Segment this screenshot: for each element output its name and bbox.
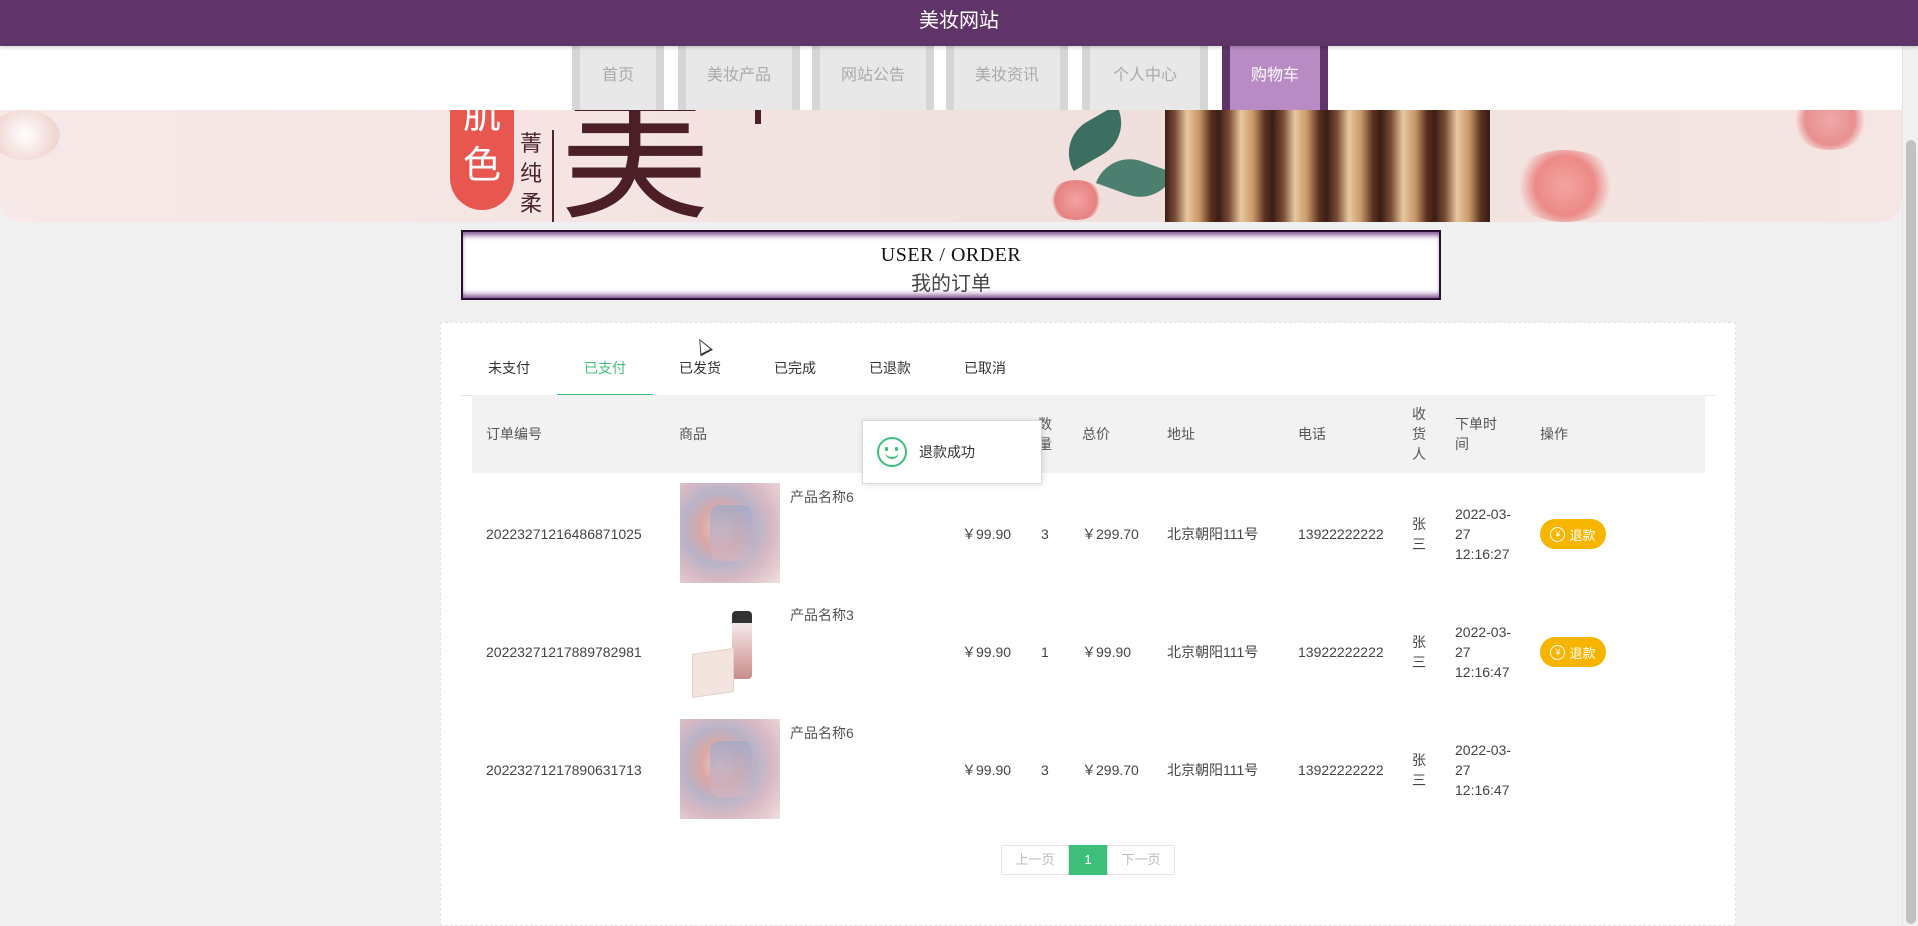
nav-item-profile[interactable]: 个人中心 <box>1082 46 1208 110</box>
tab-refunded[interactable]: 已退款 <box>842 343 938 396</box>
yen-icon: ¥ <box>1550 644 1566 660</box>
banner-vertical-text: 菁纯柔 <box>520 132 543 217</box>
col-order-no: 订单编号 <box>486 426 542 442</box>
phone: 13922222222 <box>1298 526 1384 542</box>
next-page-button[interactable]: 下一页 <box>1107 845 1175 875</box>
flower-decoration <box>1510 150 1620 222</box>
receiver: 张三 <box>1412 634 1426 670</box>
hero-banner: 肌色 菁纯柔 美 <box>0 110 1902 222</box>
order-time: 2022-03-27 12:16:27 <box>1455 506 1512 562</box>
nav-item-home[interactable]: 首页 <box>572 46 664 110</box>
product-name[interactable]: 产品名称6 <box>790 487 854 507</box>
scrollbar-thumb[interactable] <box>1906 140 1916 924</box>
toast-message: 退款成功 <box>919 444 975 460</box>
col-product: 商品 <box>679 426 707 442</box>
address: 北京朝阳111号 <box>1167 762 1259 778</box>
tab-cancelled[interactable]: 已取消 <box>937 343 1033 396</box>
banner-big-char: 美 <box>560 110 711 222</box>
col-action: 操作 <box>1540 426 1568 442</box>
quantity: 1 <box>1041 644 1049 660</box>
order-no: 20223271216486871025 <box>486 526 642 542</box>
flower-decoration <box>0 110 60 160</box>
refund-button-label: 退款 <box>1569 527 1596 543</box>
quantity: 3 <box>1041 762 1049 778</box>
unit-price: ￥99.90 <box>962 644 1012 660</box>
page-scrollbar[interactable] <box>1902 0 1918 926</box>
table-header: 订单编号 商品 数量 总价 地址 电话 收货人 下单时间 操作 <box>472 395 1705 473</box>
product-name[interactable]: 产品名称6 <box>790 723 854 743</box>
tab-unpaid[interactable]: 未支付 <box>461 343 557 396</box>
flower-decoration <box>1048 180 1104 220</box>
product-image[interactable] <box>680 483 780 583</box>
col-receiver: 收货人 <box>1412 406 1426 462</box>
col-order-time: 下单时间 <box>1455 416 1497 452</box>
order-no: 20223271217889782981 <box>486 644 642 660</box>
product-image[interactable] <box>680 719 780 819</box>
product-image[interactable] <box>680 601 780 701</box>
order-time: 2022-03-27 12:16:47 <box>1455 624 1512 680</box>
nav-item-notices[interactable]: 网站公告 <box>812 46 934 110</box>
total-price: ￥299.70 <box>1082 526 1139 542</box>
col-address: 地址 <box>1167 426 1195 442</box>
address: 北京朝阳111号 <box>1167 644 1259 660</box>
table-row: 20223271217889782981 产品名称3 ￥99.90 1 ￥99.… <box>472 593 1705 711</box>
nav-item-products[interactable]: 美妆产品 <box>678 46 800 110</box>
receiver: 张三 <box>1412 752 1426 788</box>
unit-price: ￥99.90 <box>962 526 1012 542</box>
leaf-decoration <box>1095 149 1175 207</box>
order-time: 2022-03-27 12:16:47 <box>1455 742 1512 798</box>
pagination: 上一页 1 下一页 <box>1001 845 1175 875</box>
yen-icon: ¥ <box>1550 526 1566 542</box>
tab-paid[interactable]: 已支付 <box>557 343 653 396</box>
banner-badge: 肌色 <box>450 110 514 210</box>
col-total: 总价 <box>1082 426 1110 442</box>
col-phone: 电话 <box>1298 426 1326 442</box>
phone: 13922222222 <box>1298 644 1384 660</box>
unit-price: ￥99.90 <box>962 762 1012 778</box>
banner-stripe <box>755 110 761 124</box>
smile-icon <box>877 437 907 467</box>
total-price: ￥299.70 <box>1082 762 1139 778</box>
tab-completed[interactable]: 已完成 <box>747 343 843 396</box>
refund-button[interactable]: ¥ 退款 <box>1540 637 1606 667</box>
phone: 13922222222 <box>1298 762 1384 778</box>
orders-card: 未支付 已支付 已发货 已完成 已退款 已取消 订单编号 商品 数量 总价 地址… <box>440 322 1736 926</box>
order-status-tabs: 未支付 已支付 已发货 已完成 已退款 已取消 <box>461 343 1716 396</box>
receiver: 张三 <box>1412 516 1426 552</box>
site-title: 美妆网站 <box>919 10 999 32</box>
refund-success-toast: 退款成功 <box>862 420 1042 484</box>
site-title-bar: 美妆网站 <box>0 0 1918 46</box>
lipstick-image <box>1165 110 1490 222</box>
flower-decoration <box>1790 110 1870 150</box>
total-price: ￥99.90 <box>1082 644 1132 660</box>
action-cell: ¥ 退款 <box>1540 475 1606 593</box>
banner-divider <box>552 130 554 222</box>
prev-page-button[interactable]: 上一页 <box>1001 845 1069 875</box>
nav-item-cart[interactable]: 购物车 <box>1222 46 1328 110</box>
action-cell: ¥ 退款 <box>1540 593 1606 711</box>
order-header-en: USER / ORDER <box>880 244 1022 266</box>
quantity: 3 <box>1041 526 1049 542</box>
refund-button-label: 退款 <box>1569 645 1596 661</box>
nav-item-news[interactable]: 美妆资讯 <box>946 46 1068 110</box>
address: 北京朝阳111号 <box>1167 526 1259 542</box>
refund-button[interactable]: ¥ 退款 <box>1540 519 1606 549</box>
table-row: 20223271216486871025 产品名称6 ￥99.90 3 ￥299… <box>472 475 1705 593</box>
main-nav: 首页 美妆产品 网站公告 美妆资讯 个人中心 购物车 <box>0 46 1902 110</box>
product-name[interactable]: 产品名称3 <box>790 605 854 625</box>
table-row: 20223271217890631713 产品名称6 ￥99.90 3 ￥299… <box>472 711 1705 829</box>
order-header-cn: 我的订单 <box>911 273 991 295</box>
order-no: 20223271217890631713 <box>486 762 642 778</box>
banner-badge-text: 肌色 <box>462 110 501 187</box>
page-button-current[interactable]: 1 <box>1069 845 1107 875</box>
order-header: USER / ORDER 我的订单 <box>461 230 1441 300</box>
